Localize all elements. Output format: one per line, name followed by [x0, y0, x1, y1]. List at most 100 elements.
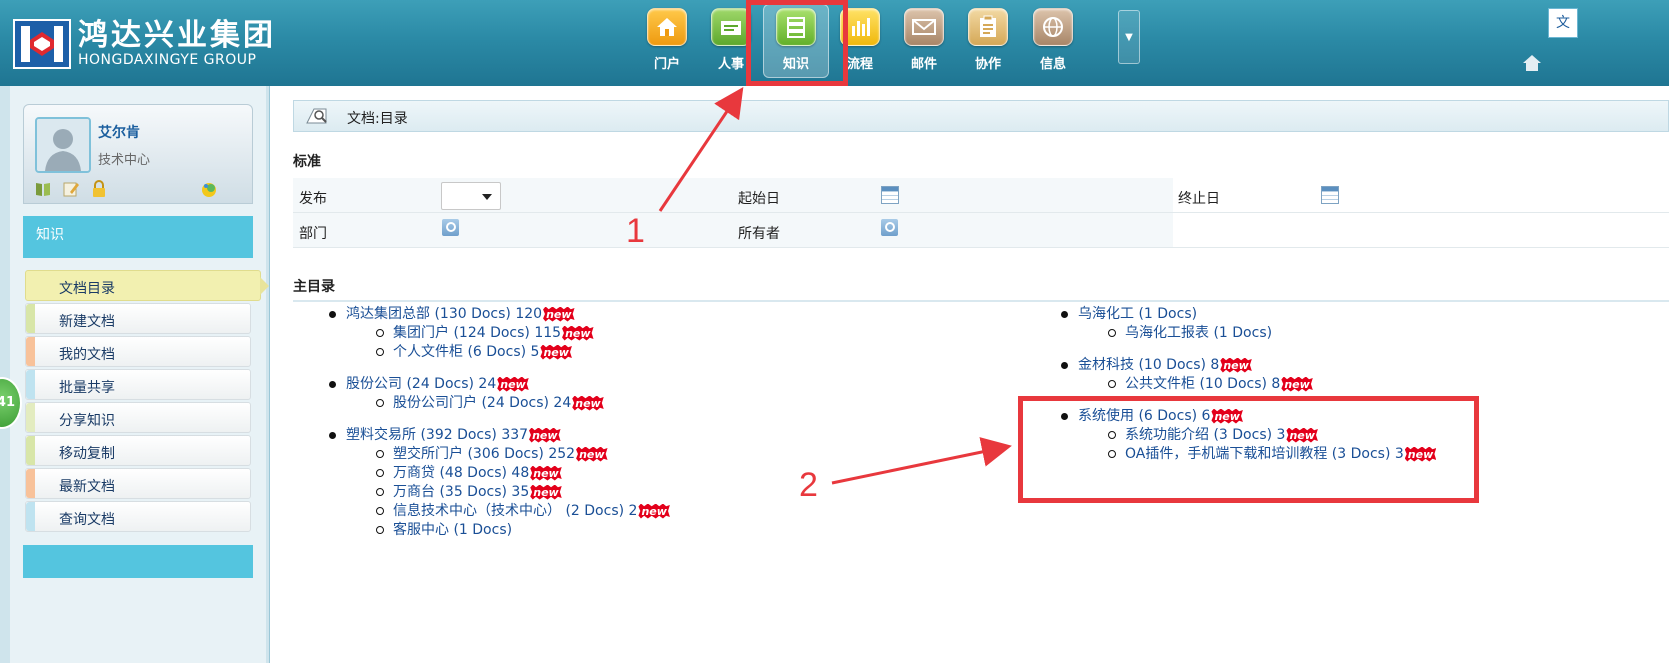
annotation-box-1	[746, 0, 848, 86]
sidebar-item-label: 我的文档	[59, 347, 115, 363]
end-date-calendar-icon[interactable]	[1321, 186, 1339, 204]
sidebar-item-label: 查询文档	[59, 512, 115, 528]
profile-toolbar	[34, 180, 108, 198]
directory-subfolder[interactable]: 客服中心 (1 Docs)	[329, 521, 670, 540]
logo-chinese-name: 鸿达兴业集团	[78, 18, 276, 53]
directory-folder[interactable]: 股份公司 (24 Docs) 24 new	[329, 375, 670, 394]
doc-count: (24 Docs)	[477, 395, 549, 411]
directory-subfolder[interactable]: 集团门户 (124 Docs) 115 new	[329, 324, 670, 343]
department-lookup-icon[interactable]	[442, 219, 459, 236]
folder-link[interactable]: 塑料交易所	[346, 427, 416, 443]
directory-subfolder[interactable]: 万商台 (35 Docs) 35 new	[329, 483, 670, 502]
sidebar-item-my-docs[interactable]: 我的文档	[25, 336, 251, 367]
doc-count: (124 Docs)	[449, 325, 530, 341]
sidebar-item-label: 移动复制	[59, 446, 115, 462]
book-icon[interactable]	[34, 180, 52, 198]
new-doc-count: 48	[506, 465, 530, 481]
new-doc-count: 115	[529, 325, 562, 341]
directory-subfolder[interactable]: 乌海化工报表 (1 Docs)	[1061, 324, 1436, 343]
publish-label: 发布	[299, 191, 327, 207]
new-badge: new	[1220, 357, 1252, 373]
lock-icon[interactable]	[90, 180, 108, 198]
new-doc-count: 2	[624, 503, 638, 519]
folder-link[interactable]: 集团门户	[393, 325, 449, 341]
new-badge: new	[540, 344, 572, 360]
annotation-label-2: 2	[799, 466, 818, 504]
nav-label: 信息	[1039, 57, 1066, 72]
directory-subfolder[interactable]: 塑交所门户 (306 Docs) 252 new	[329, 445, 670, 464]
folder-link[interactable]: 客服中心	[393, 522, 449, 538]
doc-count: (1 Docs)	[1134, 306, 1198, 322]
folder-link[interactable]: 乌海化工	[1078, 306, 1134, 322]
sidebar-item-bulk-share[interactable]: 批量共享	[25, 369, 251, 400]
folder-link[interactable]: 万商台	[393, 484, 435, 500]
avatar[interactable]	[35, 117, 91, 173]
new-doc-count: 5	[526, 344, 540, 360]
directory-subfolder[interactable]: 个人文件柜 (6 Docs) 5 new	[329, 343, 670, 362]
folder-link[interactable]: 金材科技	[1078, 357, 1134, 373]
folder-link[interactable]: 鸿达集团总部	[346, 306, 430, 322]
directory-folder[interactable]: 塑料交易所 (392 Docs) 337 new	[329, 426, 670, 445]
sidebar-item-search-docs[interactable]: 查询文档	[25, 501, 251, 532]
publish-select[interactable]	[441, 182, 501, 210]
divider	[293, 300, 1669, 302]
directory-subfolder[interactable]: 信息技术中心（技术中心） (2 Docs) 2 new	[329, 502, 670, 521]
sidebar-item-label: 新建文档	[59, 314, 115, 330]
logo-english-name: HONGDAXINGYE GROUP	[78, 52, 257, 68]
new-doc-count: 8	[1205, 357, 1220, 373]
sidebar-item-share-knowledge[interactable]: 分享知识	[25, 402, 251, 433]
edit-icon[interactable]	[62, 180, 80, 198]
doc-count: (2 Docs)	[561, 503, 625, 519]
directory-subfolder[interactable]: 公共文件柜 (10 Docs) 8 new	[1061, 375, 1436, 394]
folder-link[interactable]: 公共文件柜	[1125, 376, 1195, 392]
filter-row: 发布 起始日 终止日	[293, 178, 1669, 213]
new-badge: new	[530, 484, 562, 500]
new-doc-count: 252	[543, 446, 576, 462]
folder-link[interactable]: 信息技术中心（技术中心）	[393, 503, 561, 519]
folder-link[interactable]: 乌海化工报表	[1125, 325, 1209, 341]
directory-group: 塑料交易所 (392 Docs) 337 new 塑交所门户 (306 Docs) …	[329, 426, 670, 540]
start-date-calendar-icon[interactable]	[881, 186, 899, 204]
directory-subfolder[interactable]: 万商贷 (48 Docs) 48 new	[329, 464, 670, 483]
doc-count: (10 Docs)	[1195, 376, 1267, 392]
folder-link[interactable]: 个人文件柜	[393, 344, 463, 360]
folder-link[interactable]: 股份公司	[346, 376, 402, 392]
status-icon[interactable]	[200, 180, 218, 198]
nav-label: 邮件	[910, 57, 937, 72]
directory-group: 金材科技 (10 Docs) 8 new 公共文件柜 (10 Docs) 8 new	[1061, 356, 1436, 394]
globe-icon	[1033, 8, 1073, 46]
new-badge: new	[638, 503, 670, 519]
directory-folder[interactable]: 金材科技 (10 Docs) 8 new	[1061, 356, 1436, 375]
start-date-label: 起始日	[738, 191, 780, 207]
directory-subfolder[interactable]: 股份公司门户 (24 Docs) 24 new	[329, 394, 670, 413]
owner-lookup-icon[interactable]	[881, 219, 898, 236]
sidebar-item-new-doc[interactable]: 新建文档	[25, 303, 251, 334]
nav-more-dropdown[interactable]: ▼	[1118, 10, 1140, 64]
nav-mail[interactable]: 邮件	[894, 8, 954, 72]
top-right-button[interactable]: 文	[1548, 8, 1578, 38]
search-document-icon	[304, 105, 330, 127]
new-doc-count: 337	[496, 427, 529, 443]
folder-link[interactable]: 塑交所门户	[393, 446, 463, 462]
directory-folder[interactable]: 乌海化工 (1 Docs)	[1061, 305, 1436, 324]
sidebar-item-move-copy[interactable]: 移动复制	[25, 435, 251, 466]
folder-link[interactable]: 股份公司门户	[393, 395, 477, 411]
nav-collaboration[interactable]: 协作	[958, 8, 1018, 72]
doc-count: (6 Docs)	[463, 344, 527, 360]
doc-count: (1 Docs)	[449, 522, 513, 538]
company-logo[interactable]: 鸿达兴业集团 HONGDAXINGYE GROUP	[12, 18, 276, 70]
home-shortcut-icon[interactable]	[1522, 54, 1542, 72]
user-name[interactable]: 艾尔肯	[98, 122, 140, 142]
directory-folder[interactable]: 鸿达集团总部 (130 Docs) 120 new	[329, 305, 670, 324]
breadcrumb: 文档:目录	[293, 100, 1669, 132]
owner-label: 所有者	[738, 226, 780, 242]
standard-section-title: 标准	[293, 154, 321, 170]
sidebar-menu: 文档目录 新建文档 我的文档 批量共享 分享知识 移动复制 最新文档 查询文档	[25, 270, 269, 534]
sidebar-item-latest-docs[interactable]: 最新文档	[25, 468, 251, 499]
sidebar-item-doc-directory[interactable]: 文档目录	[25, 270, 269, 301]
nav-portal[interactable]: 门户	[637, 8, 697, 72]
nav-information[interactable]: 信息	[1023, 8, 1083, 72]
nav-label: 门户	[653, 57, 680, 72]
sidebar-section-knowledge[interactable]: 知识	[23, 216, 253, 258]
folder-link[interactable]: 万商贷	[393, 465, 435, 481]
